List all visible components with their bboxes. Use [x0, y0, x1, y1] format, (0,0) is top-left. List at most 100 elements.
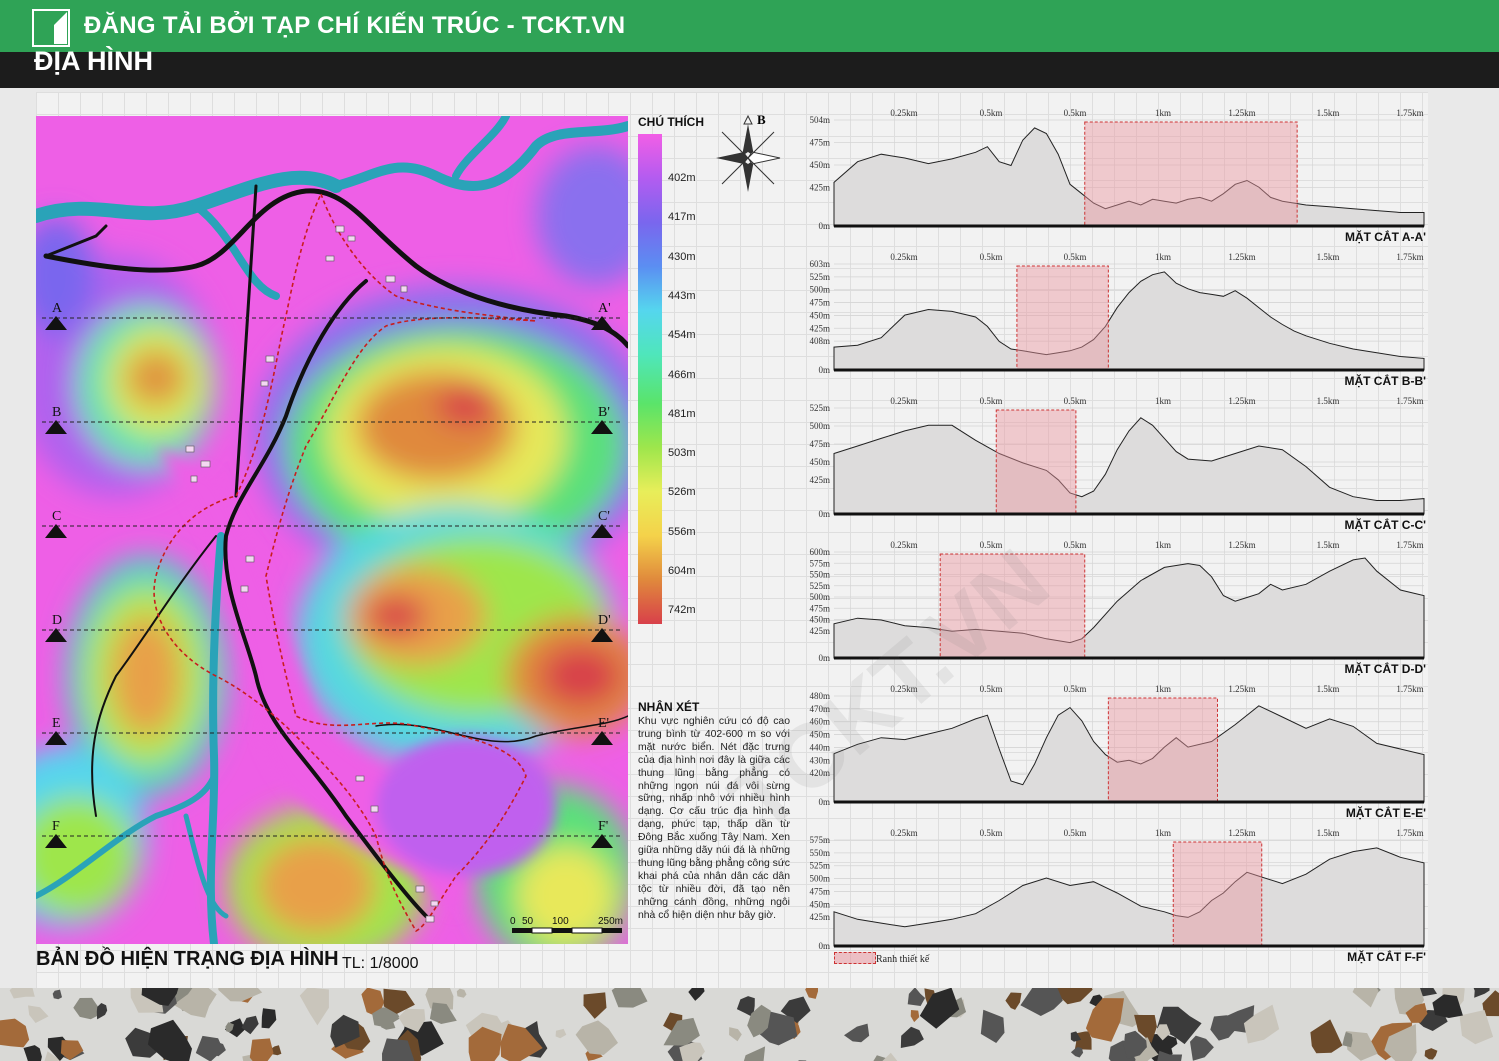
x-tick-label: 1.75km [1396, 252, 1423, 262]
terrazzo-chip [575, 1020, 618, 1055]
terrazzo-chip [1352, 988, 1379, 1008]
map-scale-ratio: TL: 1/8000 [342, 955, 419, 972]
section-title: MẶT CẮT D-D' [1344, 661, 1426, 676]
x-tick-label: 1km [1155, 252, 1171, 262]
terrazzo-chip [299, 988, 329, 1026]
section-title: MẶT CẮT F-F' [1347, 949, 1426, 964]
y-tick-label: 525m [809, 861, 830, 871]
legend-level-label: 443m [668, 289, 696, 302]
terrazzo-chip [743, 1046, 766, 1061]
terrain-map-svg: A A' B B' C C' D D' E E' F F' [36, 116, 628, 944]
x-tick-label: 1km [1155, 828, 1171, 838]
y-tick-label: 450m [809, 899, 830, 909]
y-tick-label: 425m [809, 183, 830, 193]
legend-level-label: 481m [668, 407, 696, 420]
section-marker-label: B [52, 405, 61, 420]
y-tick-label: 440m [809, 742, 830, 752]
terrazzo-chip [1190, 1035, 1214, 1061]
terrazzo-chip [1020, 988, 1063, 1016]
section-marker-label: D' [598, 613, 611, 628]
y-tick-label: 550m [809, 570, 830, 580]
x-tick-label: 1.5km [1317, 396, 1340, 406]
terrain-profile [833, 271, 1425, 371]
y-tick-label: 425m [809, 626, 830, 636]
y-tick-label: 0m [818, 221, 830, 231]
y-tick-label: 525m [809, 403, 830, 413]
x-tick-label: 0.5km [1064, 396, 1087, 406]
cross-section-chart: 0.25km 0.5km 0.5km 1km 1.25km 1.5km 1.75km 525m… [809, 396, 1426, 532]
y-tick-label: 425m [809, 323, 830, 333]
x-tick-label: 0.25km [890, 540, 917, 550]
terrazzo-chip [52, 989, 62, 1000]
x-tick-label: 1.25km [1228, 396, 1255, 406]
design-boundary-zone [939, 553, 1086, 659]
cross-sections: 0.25km 0.5km 0.5km 1km 1.25km 1.5km 1.75km 504m… [790, 104, 1440, 974]
scale-label-0: 0 [510, 916, 516, 927]
y-tick-label: 603m [809, 259, 830, 269]
title-bar [0, 52, 1499, 88]
y-tick-label: 500m [809, 592, 830, 602]
section-marker-label: C' [598, 509, 610, 524]
x-tick-label: 0.25km [890, 684, 917, 694]
y-tick-label: 425m [809, 912, 830, 922]
y-tick-label: 0m [818, 941, 830, 951]
y-tick-label: 504m [809, 115, 830, 125]
map-caption: BẢN ĐỒ HIỆN TRẠNG ĐỊA HÌNH [36, 948, 339, 970]
legend-level-label: 503m [668, 447, 696, 460]
cross-section-chart: 0.25km 0.5km 0.5km 1km 1.25km 1.5km 1.75km 504m… [809, 108, 1426, 244]
cross-section-chart: 0.25km 0.5km 0.5km 1km 1.25km 1.5km 1.75km 575m… [809, 828, 1426, 964]
x-tick-label: 0.25km [890, 252, 917, 262]
terrazzo-chip [1424, 1048, 1438, 1060]
x-tick-label: 1.75km [1396, 540, 1423, 550]
section-marker-label: A' [598, 301, 611, 316]
cross-section-chart: 0.25km 0.5km 0.5km 1km 1.25km 1.5km 1.75km 600m… [809, 540, 1426, 676]
scale-label-50: 50 [522, 916, 534, 927]
section-title: MẶT CẮT E-E' [1346, 805, 1426, 820]
y-tick-label: 500m [809, 874, 830, 884]
terrazzo-chip [611, 988, 648, 1008]
y-tick-label: 575m [809, 558, 830, 568]
terrazzo-pattern [0, 988, 1499, 1061]
terrazzo-chip [23, 1045, 42, 1061]
x-tick-label: 0.5km [1064, 540, 1087, 550]
x-tick-label: 0.25km [890, 396, 917, 406]
scale-label-100: 100 [552, 916, 569, 927]
terrazzo-chip [147, 1019, 192, 1061]
boundary-legend-swatch [834, 952, 876, 964]
section-marker-label: A [52, 301, 63, 316]
banner-text: ĐĂNG TẢI BỞI TẠP CHÍ KIẾN TRÚC - TCKT.VN [84, 12, 626, 39]
terrazzo-chip [1070, 1047, 1084, 1058]
x-tick-label: 0.5km [1064, 252, 1087, 262]
y-tick-label: 525m [809, 272, 830, 282]
section-title: MẶT CẮT C-C' [1344, 517, 1426, 532]
x-tick-label: 1.25km [1228, 252, 1255, 262]
y-tick-label: 470m [809, 704, 830, 714]
x-tick-label: 1.75km [1396, 108, 1423, 118]
x-tick-label: 0.5km [980, 828, 1003, 838]
x-tick-label: 0.5km [980, 108, 1003, 118]
y-tick-label: 600m [809, 547, 830, 557]
y-tick-label: 480m [809, 691, 830, 701]
cross-sections-svg: 0.25km 0.5km 0.5km 1km 1.25km 1.5km 1.75km 504m… [809, 108, 1426, 964]
cross-section-chart: 0.25km 0.5km 0.5km 1km 1.25km 1.5km 1.75km 480m… [809, 684, 1426, 820]
terrazzo-chip [249, 1038, 274, 1061]
x-tick-label: 1km [1155, 540, 1171, 550]
terrazzo-chip [900, 1026, 924, 1048]
y-tick-label: 450m [809, 730, 830, 740]
x-tick-label: 1.25km [1228, 108, 1255, 118]
x-tick-label: 1.25km [1228, 828, 1255, 838]
x-tick-label: 0.5km [1064, 828, 1087, 838]
terrazzo-chip [555, 1028, 567, 1039]
x-tick-label: 0.5km [980, 252, 1003, 262]
y-tick-label: 450m [809, 615, 830, 625]
y-tick-label: 0m [818, 797, 830, 807]
terrain-profile [833, 417, 1425, 515]
terrazzo-chip [688, 988, 705, 1001]
y-tick-label: 408m [809, 336, 830, 346]
y-tick-label: 475m [809, 138, 830, 148]
terrazzo-chip [0, 1018, 30, 1048]
terrazzo-chip [28, 1005, 49, 1023]
scale-label-250: 250m [598, 916, 624, 927]
y-tick-label: 475m [809, 439, 830, 449]
legend-level-label: 430m [668, 250, 696, 263]
